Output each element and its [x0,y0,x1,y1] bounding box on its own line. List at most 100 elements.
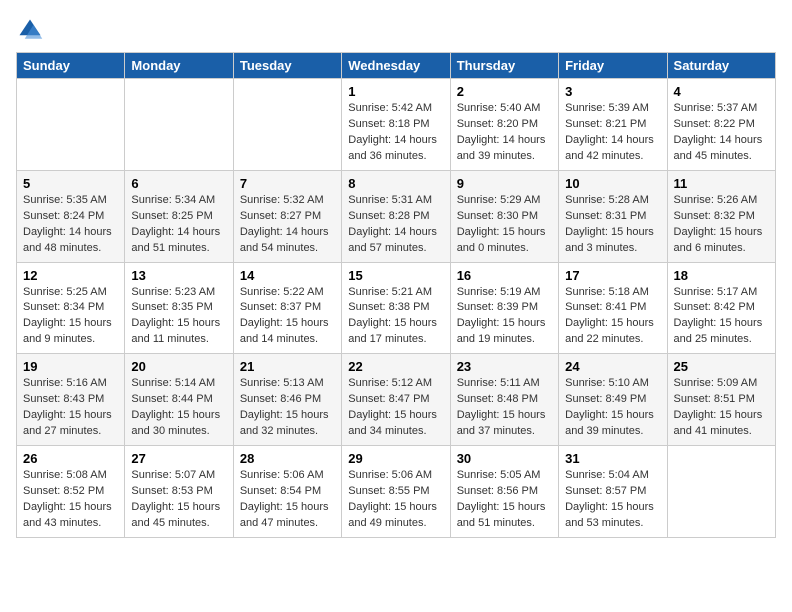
day-header-friday: Friday [559,53,667,79]
day-number: 13 [131,268,226,283]
day-info: Sunrise: 5:29 AM Sunset: 8:30 PM Dayligh… [457,193,552,257]
day-number: 18 [674,268,769,283]
day-number: 23 [457,359,552,374]
day-number: 15 [348,268,443,283]
day-number: 30 [457,451,552,466]
calendar-cell: 13 Sunrise: 5:23 AM Sunset: 8:35 PM Dayli… [125,262,233,354]
calendar-cell: 4 Sunrise: 5:37 AM Sunset: 8:22 PM Daylig… [667,79,775,171]
calendar-cell: 17Sunrise: 5:18 AM Sunset: 8:41 PM Dayli… [559,262,667,354]
day-number: 8 [348,176,443,191]
day-number: 5 [23,176,118,191]
day-number: 14 [240,268,335,283]
day-header-tuesday: Tuesday [233,53,341,79]
logo [16,16,48,44]
day-info: Sunrise: 5:11 AM Sunset: 8:48 PM Dayligh… [457,376,552,440]
calendar-cell [125,79,233,171]
day-info: Sunrise: 5:12 AM Sunset: 8:47 PM Dayligh… [348,376,443,440]
calendar-cell: 14 Sunrise: 5:22 AM Sunset: 8:37 PM Dayli… [233,262,341,354]
calendar-cell: 28 Sunrise: 5:06 AM Sunset: 8:54 PM Dayli… [233,446,341,538]
day-info: Sunrise: 5:06 AM Sunset: 8:54 PM Dayligh… [240,468,335,532]
calendar-cell: 9 Sunrise: 5:29 AM Sunset: 8:30 PM Daylig… [450,170,558,262]
day-info: Sunrise: 5:42 AM Sunset: 8:18 PM Dayligh… [348,101,443,165]
calendar-cell: 21Sunrise: 5:13 AM Sunset: 8:46 PM Dayli… [233,354,341,446]
calendar-cell [233,79,341,171]
page-header [16,16,776,44]
calendar-cell: 27 Sunrise: 5:07 AM Sunset: 8:53 PM Dayli… [125,446,233,538]
calendar-cell: 31 Sunrise: 5:04 AM Sunset: 8:57 PM Dayli… [559,446,667,538]
day-info: Sunrise: 5:35 AM Sunset: 8:24 PM Dayligh… [23,193,118,257]
calendar-cell: 5 Sunrise: 5:35 AM Sunset: 8:24 PM Daylig… [17,170,125,262]
calendar-cell: 11Sunrise: 5:26 AM Sunset: 8:32 PM Dayli… [667,170,775,262]
calendar-cell: 15 Sunrise: 5:21 AM Sunset: 8:38 PM Dayli… [342,262,450,354]
day-number: 2 [457,84,552,99]
calendar-cell [667,446,775,538]
calendar-cell: 1 Sunrise: 5:42 AM Sunset: 8:18 PM Daylig… [342,79,450,171]
day-number: 10 [565,176,660,191]
day-header-thursday: Thursday [450,53,558,79]
day-info: Sunrise: 5:06 AM Sunset: 8:55 PM Dayligh… [348,468,443,532]
calendar-week-5: 26 Sunrise: 5:08 AM Sunset: 8:52 PM Dayli… [17,446,776,538]
day-number: 1 [348,84,443,99]
calendar-cell: 3 Sunrise: 5:39 AM Sunset: 8:21 PM Daylig… [559,79,667,171]
day-header-saturday: Saturday [667,53,775,79]
calendar-cell: 8 Sunrise: 5:31 AM Sunset: 8:28 PM Daylig… [342,170,450,262]
day-number: 31 [565,451,660,466]
day-number: 26 [23,451,118,466]
day-number: 19 [23,359,118,374]
calendar-cell: 25Sunrise: 5:09 AM Sunset: 8:51 PM Dayli… [667,354,775,446]
calendar-header-row: SundayMondayTuesdayWednesdayThursdayFrid… [17,53,776,79]
day-info: Sunrise: 5:17 AM Sunset: 8:42 PM Dayligh… [674,285,769,349]
calendar-cell: 2 Sunrise: 5:40 AM Sunset: 8:20 PM Daylig… [450,79,558,171]
day-header-monday: Monday [125,53,233,79]
day-number: 6 [131,176,226,191]
day-info: Sunrise: 5:21 AM Sunset: 8:38 PM Dayligh… [348,285,443,349]
logo-icon [16,16,44,44]
calendar-cell: 10 Sunrise: 5:28 AM Sunset: 8:31 PM Dayli… [559,170,667,262]
day-info: Sunrise: 5:28 AM Sunset: 8:31 PM Dayligh… [565,193,660,257]
calendar-cell [17,79,125,171]
day-info: Sunrise: 5:22 AM Sunset: 8:37 PM Dayligh… [240,285,335,349]
calendar-week-1: 1 Sunrise: 5:42 AM Sunset: 8:18 PM Daylig… [17,79,776,171]
day-info: Sunrise: 5:05 AM Sunset: 8:56 PM Dayligh… [457,468,552,532]
calendar-cell: 24 Sunrise: 5:10 AM Sunset: 8:49 PM Dayli… [559,354,667,446]
day-number: 16 [457,268,552,283]
day-info: Sunrise: 5:10 AM Sunset: 8:49 PM Dayligh… [565,376,660,440]
day-number: 24 [565,359,660,374]
day-number: 20 [131,359,226,374]
day-info: Sunrise: 5:08 AM Sunset: 8:52 PM Dayligh… [23,468,118,532]
day-info: Sunrise: 5:37 AM Sunset: 8:22 PM Dayligh… [674,101,769,165]
day-info: Sunrise: 5:13 AM Sunset: 8:46 PM Dayligh… [240,376,335,440]
calendar-cell: 18 Sunrise: 5:17 AM Sunset: 8:42 PM Dayli… [667,262,775,354]
calendar-cell: 12 Sunrise: 5:25 AM Sunset: 8:34 PM Dayli… [17,262,125,354]
day-number: 9 [457,176,552,191]
day-number: 12 [23,268,118,283]
calendar-cell: 29Sunrise: 5:06 AM Sunset: 8:55 PM Dayli… [342,446,450,538]
day-info: Sunrise: 5:04 AM Sunset: 8:57 PM Dayligh… [565,468,660,532]
day-header-sunday: Sunday [17,53,125,79]
day-info: Sunrise: 5:07 AM Sunset: 8:53 PM Dayligh… [131,468,226,532]
day-info: Sunrise: 5:18 AM Sunset: 8:41 PM Dayligh… [565,285,660,349]
day-info: Sunrise: 5:39 AM Sunset: 8:21 PM Dayligh… [565,101,660,165]
day-number: 22 [348,359,443,374]
day-info: Sunrise: 5:23 AM Sunset: 8:35 PM Dayligh… [131,285,226,349]
day-number: 3 [565,84,660,99]
day-number: 25 [674,359,769,374]
day-info: Sunrise: 5:25 AM Sunset: 8:34 PM Dayligh… [23,285,118,349]
day-info: Sunrise: 5:16 AM Sunset: 8:43 PM Dayligh… [23,376,118,440]
calendar-cell: 23 Sunrise: 5:11 AM Sunset: 8:48 PM Dayli… [450,354,558,446]
calendar-table: SundayMondayTuesdayWednesdayThursdayFrid… [16,52,776,538]
day-info: Sunrise: 5:31 AM Sunset: 8:28 PM Dayligh… [348,193,443,257]
day-number: 28 [240,451,335,466]
day-number: 4 [674,84,769,99]
day-info: Sunrise: 5:40 AM Sunset: 8:20 PM Dayligh… [457,101,552,165]
calendar-cell: 22 Sunrise: 5:12 AM Sunset: 8:47 PM Dayli… [342,354,450,446]
calendar-cell: 7Sunrise: 5:32 AM Sunset: 8:27 PM Daylig… [233,170,341,262]
day-info: Sunrise: 5:32 AM Sunset: 8:27 PM Dayligh… [240,193,335,257]
day-number: 27 [131,451,226,466]
calendar-cell: 26 Sunrise: 5:08 AM Sunset: 8:52 PM Dayli… [17,446,125,538]
calendar-week-2: 5 Sunrise: 5:35 AM Sunset: 8:24 PM Daylig… [17,170,776,262]
day-info: Sunrise: 5:34 AM Sunset: 8:25 PM Dayligh… [131,193,226,257]
calendar-cell: 16Sunrise: 5:19 AM Sunset: 8:39 PM Dayli… [450,262,558,354]
calendar-cell: 19 Sunrise: 5:16 AM Sunset: 8:43 PM Dayli… [17,354,125,446]
day-info: Sunrise: 5:14 AM Sunset: 8:44 PM Dayligh… [131,376,226,440]
